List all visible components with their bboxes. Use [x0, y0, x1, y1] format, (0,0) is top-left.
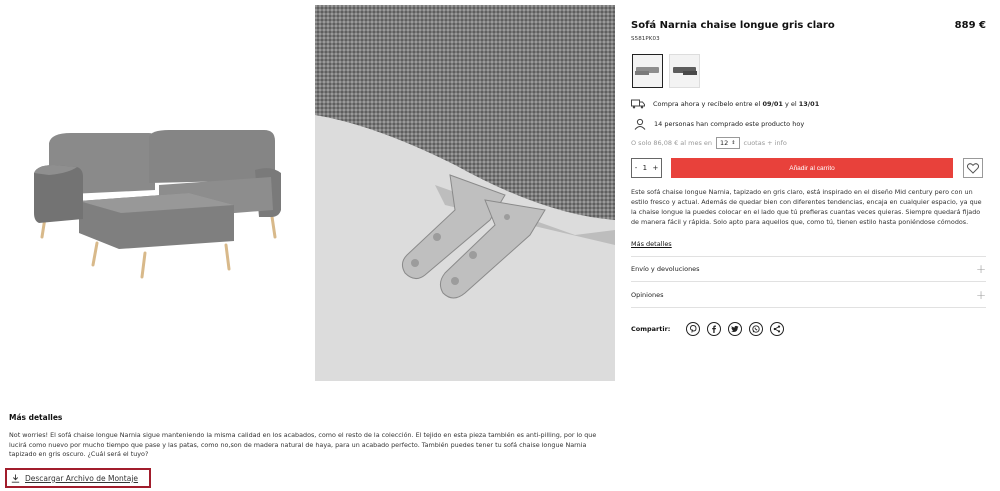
sofa-thumbnail-icon	[635, 67, 659, 75]
buyers-text: 14 personas han comprado este producto h…	[654, 120, 805, 128]
delivery-to: 13/01	[798, 100, 820, 108]
accordion-reviews[interactable]: Opiniones +	[631, 282, 986, 308]
pinterest-icon[interactable]	[686, 322, 701, 336]
quantity-minus-button[interactable]: -	[635, 164, 638, 172]
delivery-info: Compra ahora y recíbelo entre el 09/01 y…	[631, 99, 819, 109]
share-label: Compartir:	[631, 325, 671, 333]
product-sku: S581PK03	[631, 36, 660, 42]
sofa-thumbnail-icon	[673, 67, 697, 75]
truck-icon	[631, 99, 645, 109]
delivery-prefix: Compra ahora y recíbelo entre el	[653, 100, 763, 108]
installments-months-value: 12	[720, 139, 729, 147]
product-price: 889 €	[954, 20, 986, 31]
twitter-icon[interactable]	[728, 322, 743, 336]
installments-info: O solo 86,08 € al mes en 12 ⇕ cuotas + i…	[631, 137, 787, 149]
product-description: Este sofá chaise longue Narnia, tapizado…	[631, 188, 982, 226]
details-section-title: Más detalles	[9, 413, 63, 422]
product-image-sofa[interactable]	[9, 5, 308, 381]
quantity-value: 1	[642, 164, 648, 172]
accordion-reviews-label: Opiniones	[631, 290, 664, 299]
plus-icon: +	[975, 287, 986, 302]
share-icon[interactable]	[770, 322, 785, 336]
download-assembly-file-link[interactable]: Descargar Archivo de Montaje	[5, 468, 151, 488]
chevron-updown-icon: ⇕	[731, 140, 736, 146]
more-details-link[interactable]: Más detalles	[631, 240, 672, 248]
quantity-plus-button[interactable]: +	[652, 164, 658, 172]
wishlist-button[interactable]	[963, 158, 983, 178]
color-swatch-light-grey[interactable]	[632, 54, 663, 88]
product-image-detail[interactable]	[315, 5, 615, 381]
delivery-middle: y el	[782, 100, 799, 108]
quantity-stepper[interactable]: - 1 +	[631, 158, 662, 178]
add-to-cart-button[interactable]: Añadir al carrito	[671, 158, 953, 178]
whatsapp-icon[interactable]	[749, 322, 764, 336]
fabric-connector-illustration	[315, 5, 615, 381]
download-label: Descargar Archivo de Montaje	[25, 473, 139, 483]
buyers-info: 14 personas han comprado este producto h…	[631, 118, 804, 130]
accordion-shipping-label: Envío y devoluciones	[631, 265, 700, 273]
facebook-icon[interactable]	[707, 322, 722, 336]
plus-icon: +	[975, 262, 986, 276]
heart-icon	[967, 162, 979, 174]
user-icon	[634, 118, 646, 130]
details-section-text: Not worries! El sofá chaise longue Narni…	[9, 431, 597, 458]
accordion-shipping-returns[interactable]: Envío y devoluciones +	[631, 256, 986, 282]
product-title: Sofá Narnia chaise longue gris claro	[631, 20, 835, 31]
download-icon	[11, 474, 20, 483]
sofa-illustration	[34, 130, 281, 279]
installments-info-link[interactable]: cuotas + info	[744, 139, 787, 147]
share-bar: Compartir:	[631, 322, 791, 336]
color-swatch-dark-grey[interactable]	[669, 54, 700, 88]
installments-prefix: O solo 86,08 € al mes en	[631, 139, 713, 147]
installments-months-select[interactable]: 12 ⇕	[716, 137, 740, 149]
delivery-from: 09/01	[762, 100, 783, 108]
